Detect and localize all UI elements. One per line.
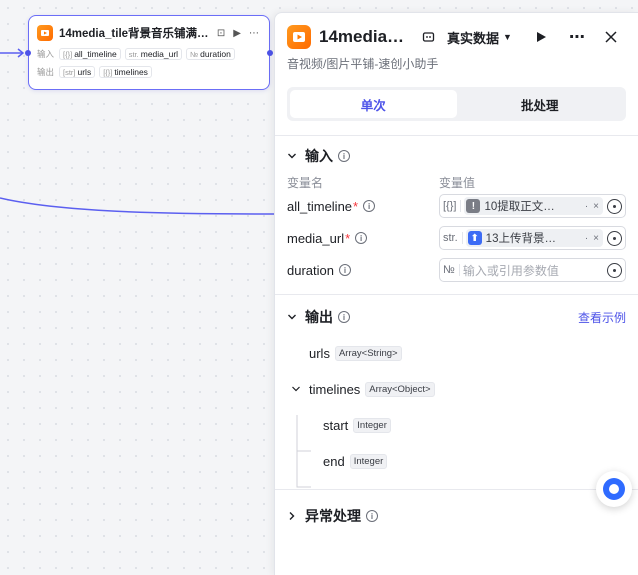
- output-item-timelines: timelines Array<Object>: [291, 371, 638, 407]
- panel-subtitle: 音视频/图片平铺-速创小助手: [287, 57, 439, 71]
- run-icon[interactable]: [530, 26, 552, 48]
- chevron-down-icon[interactable]: [291, 384, 301, 394]
- output-subitem-end: end Integer: [309, 443, 638, 479]
- variable-picker-icon[interactable]: [607, 230, 622, 246]
- chevron-down-icon: [288, 153, 296, 159]
- upload-icon: ⬆: [467, 231, 482, 245]
- node-title: 14media_tile背景音乐铺满视频: [59, 28, 209, 40]
- clear-icon[interactable]: ×: [593, 201, 599, 212]
- node-input-chip: № duration: [186, 48, 235, 60]
- tree-lines: [296, 415, 311, 488]
- tab-single[interactable]: 单次: [290, 90, 457, 118]
- more-icon[interactable]: ⋯: [566, 26, 588, 48]
- view-example-link[interactable]: 查看示例: [578, 309, 626, 326]
- type-tag: №: [443, 264, 460, 276]
- tab-batch[interactable]: 批处理: [457, 90, 624, 118]
- output-subitem-start: start Integer: [309, 407, 638, 443]
- input-row-media-url: media_url * i str. ⬆ 13上传背景音乐 · ×: [275, 222, 638, 254]
- info-icon[interactable]: i: [338, 150, 350, 162]
- data-mode-select[interactable]: 真实数据 ▼: [447, 28, 512, 47]
- variable-picker-icon[interactable]: [607, 262, 622, 278]
- col-var-name: 变量名: [287, 176, 324, 190]
- node-output-chip: [str] urls: [59, 66, 96, 78]
- divider: [275, 294, 638, 295]
- chevron-down-icon: [288, 314, 296, 320]
- col-var-value: 变量值: [439, 176, 476, 190]
- warning-icon: !: [466, 199, 481, 213]
- type-chip: Integer: [353, 417, 391, 433]
- panel-title[interactable]: 14media_tile: [319, 27, 411, 47]
- assistant-fab-button[interactable]: [596, 471, 632, 507]
- info-icon[interactable]: i: [338, 311, 350, 323]
- plugin-logo-icon: [37, 25, 53, 41]
- error-section-header[interactable]: 异常处理 i: [275, 506, 638, 526]
- panel-header: 14media_tile 真实数据 ▼ ⋯: [275, 13, 638, 61]
- error-section-title: 异常处理: [305, 508, 361, 524]
- reference-chip[interactable]: ⬆ 13上传背景音乐 · ×: [465, 229, 603, 247]
- node-debug-icon[interactable]: ⊡: [217, 28, 225, 39]
- debug-icon[interactable]: [417, 26, 439, 48]
- var-name: media_url * i: [287, 231, 439, 246]
- type-tag: [{}]: [443, 200, 462, 212]
- divider: [275, 135, 638, 136]
- var-name: duration i: [287, 263, 439, 278]
- divider: [275, 489, 638, 490]
- node-input-chip: str. media_url: [124, 48, 183, 60]
- info-icon[interactable]: i: [338, 264, 351, 276]
- var-name: all_timeline * i: [287, 199, 439, 214]
- close-icon[interactable]: [600, 26, 622, 48]
- output-section-header[interactable]: 输出 i 查看示例: [275, 307, 638, 327]
- type-chip: Array<String>: [334, 345, 402, 361]
- info-icon[interactable]: i: [355, 232, 368, 244]
- chevron-right-icon: [289, 512, 295, 520]
- node-input-handle[interactable]: [25, 50, 31, 56]
- run-mode-tabs: 单次 批处理: [287, 87, 626, 121]
- node-more-icon[interactable]: ⋯: [249, 28, 259, 39]
- media-url-input[interactable]: str. ⬆ 13上传背景音乐 · ×: [439, 226, 626, 250]
- caret-down-icon: ▼: [503, 32, 512, 42]
- media-tile-node[interactable]: 14media_tile背景音乐铺满视频 ⊡ ▶ ⋯ 输入 [{}] all_ti…: [25, 15, 273, 90]
- type-chip: Integer: [349, 453, 388, 469]
- node-output-chip: [{}] timelines: [99, 66, 152, 78]
- node-outputs-label: 输出: [37, 67, 55, 77]
- data-mode-label: 真实数据: [447, 30, 500, 46]
- node-output-handle[interactable]: [267, 50, 273, 56]
- output-item-urls: urls Array<String>: [309, 335, 638, 371]
- node-input-chip: [{}] all_timeline: [59, 48, 121, 60]
- dot-icon: ·: [584, 200, 589, 212]
- reference-chip[interactable]: ! 10提取正文音频时间线 · ×: [464, 197, 603, 215]
- output-list: urls Array<String> timelines Array<Objec…: [275, 335, 638, 488]
- assistant-icon: [603, 478, 625, 500]
- node-outputs-row: 输出 [str] urls [{}] timelines: [37, 66, 259, 78]
- reference-text: 10提取正文音频时间线: [484, 201, 565, 213]
- dot-icon: ·: [584, 232, 589, 244]
- info-icon[interactable]: i: [363, 200, 376, 212]
- reference-text: 13上传背景音乐: [485, 233, 566, 245]
- duration-placeholder: 输入或引用参数值: [462, 263, 559, 278]
- input-row-all-timeline: all_timeline*i [{}] ! 10提取正文音频时间线 · ×: [275, 190, 638, 222]
- input-section-header[interactable]: 输入 i: [275, 146, 638, 166]
- input-row-duration: duration i № 输入或引用参数值: [275, 254, 638, 286]
- node-inputs-row: 输入 [{}] all_timeline str. media_url № durat…: [37, 48, 259, 60]
- input-column-headers: 变量名 变量值: [275, 174, 638, 190]
- node-config-panel: 14media_tile 真实数据 ▼ ⋯ 音视频/图片平铺-速创小助手 单次 …: [274, 12, 638, 575]
- all-timeline-input[interactable]: [{}] ! 10提取正文音频时间线 · ×: [439, 194, 626, 218]
- node-run-icon[interactable]: ▶: [233, 28, 241, 39]
- node-inputs-label: 输入: [37, 49, 55, 59]
- type-tag: str.: [443, 232, 463, 244]
- clear-icon[interactable]: ×: [593, 233, 599, 244]
- variable-picker-icon[interactable]: [607, 198, 622, 214]
- info-icon[interactable]: i: [366, 510, 378, 522]
- plugin-logo-icon: [287, 25, 311, 49]
- input-section-title: 输入: [305, 148, 333, 164]
- duration-input[interactable]: № 输入或引用参数值: [439, 258, 626, 282]
- type-chip: Array<Object>: [365, 381, 435, 397]
- output-section-title: 输出: [305, 309, 333, 325]
